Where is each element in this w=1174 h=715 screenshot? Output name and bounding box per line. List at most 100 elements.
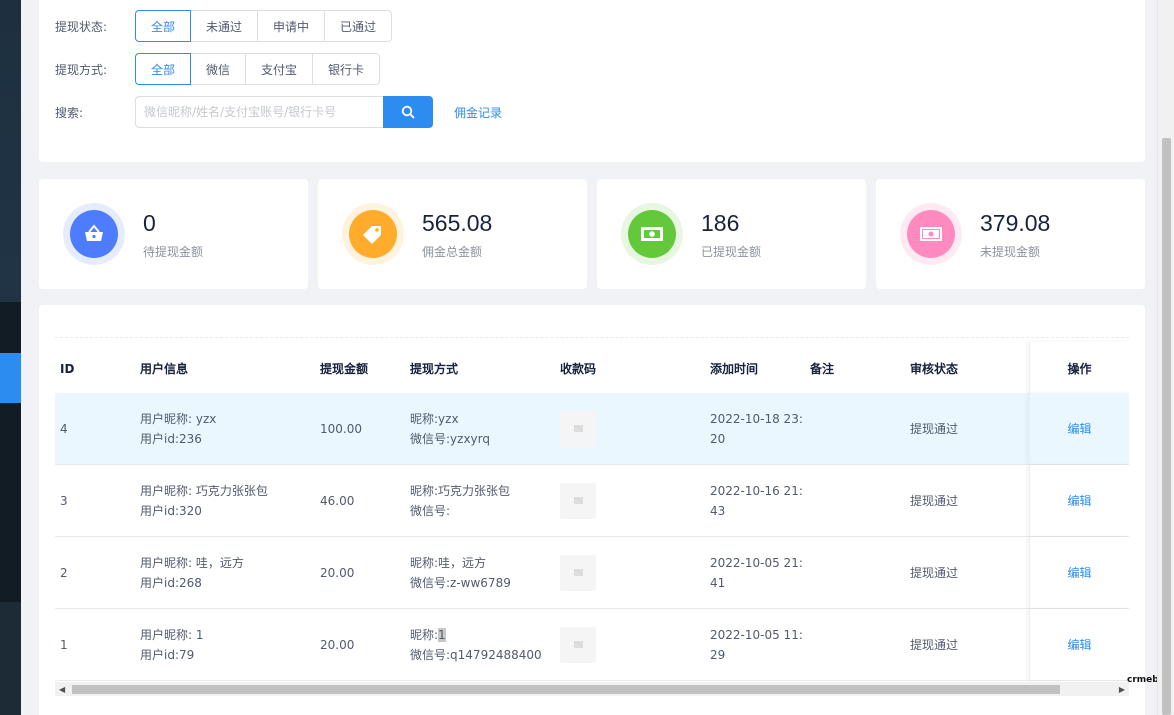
row-status: 提现通过 (910, 421, 959, 436)
status-filter-row: 提现状态: 全部 未通过 申请中 已通过 (55, 10, 393, 42)
banknote-icon (907, 210, 955, 258)
method-option-alipay[interactable]: 支付宝 (245, 53, 314, 85)
edit-link[interactable]: 编辑 (1067, 563, 1091, 583)
row-method-account: 微信号:yzxyrq (410, 431, 490, 446)
search-button[interactable] (383, 96, 433, 128)
horizontal-scrollbar[interactable]: ◀ ▶ (55, 682, 1129, 696)
sidebar-active-item[interactable] (0, 353, 21, 403)
row-amount: 20.00 (320, 565, 355, 580)
col-header-user: 用户信息 (140, 361, 189, 376)
filter-panel: 提现状态: 全部 未通过 申请中 已通过 提现方式: 全部 微信 支付宝 银行卡… (39, 0, 1145, 162)
status-option-pending[interactable]: 申请中 (257, 10, 326, 42)
row-method-name: 昵称:巧克力张张包 (410, 483, 511, 498)
row-method-account: 微信号: (410, 503, 451, 518)
sidebar-segment (0, 302, 21, 602)
edit-link[interactable]: 编辑 (1067, 635, 1091, 655)
col-header-id: ID (60, 361, 75, 376)
col-header-qr: 收款码 (560, 361, 597, 376)
row-nickname: 用户昵称: 哇，远方 (140, 555, 244, 570)
row-time: 2022-10-05 11:29 (710, 627, 803, 662)
row-user-info: 用户昵称: 哇，远方 用户id:268 (140, 537, 310, 608)
table-row[interactable]: 4 用户昵称: yzx 用户id:236 100.00 昵称:yzx 微信号:y… (55, 393, 1129, 465)
qr-image-placeholder-icon[interactable] (560, 410, 596, 447)
row-id: 2 (60, 565, 68, 580)
status-filter-label: 提现状态: (55, 19, 108, 34)
status-option-approved[interactable]: 已通过 (324, 10, 393, 42)
scroll-left-arrow-icon[interactable]: ◀ (59, 685, 65, 694)
row-user-id: 用户id:268 (140, 575, 202, 590)
method-radio-group: 全部 微信 支付宝 银行卡 (135, 53, 381, 85)
scroll-right-arrow-icon[interactable]: ▶ (1119, 685, 1125, 694)
row-qr (560, 537, 700, 608)
table-row[interactable]: 1 用户昵称: 1 用户id:79 20.00 昵称:1 微信号:q147924… (55, 609, 1129, 681)
row-note (810, 393, 900, 464)
row-user-id: 用户id:79 (140, 647, 195, 662)
row-method: 昵称:1 微信号:q14792488400 (410, 609, 555, 680)
cash-icon (628, 210, 676, 258)
col-header-note: 备注 (810, 361, 835, 376)
qr-image-placeholder-icon[interactable] (560, 482, 596, 519)
stat-card-commission-total: 565.08 佣金总金额 (318, 179, 587, 289)
stat-label: 已提现金额 (701, 244, 762, 259)
search-label: 搜索: (55, 105, 84, 120)
stat-card-withdrawn: 186 已提现金额 (597, 179, 866, 289)
row-time: 2022-10-05 21:41 (710, 555, 803, 590)
table-header: ID 用户信息 提现金额 提现方式 收款码 添加时间 备注 审核状态 操作 (55, 342, 1129, 396)
row-qr (560, 465, 700, 536)
col-header-method: 提现方式 (410, 361, 459, 376)
row-action: 编辑 (1029, 465, 1129, 536)
row-user-id: 用户id:320 (140, 503, 202, 518)
row-time: 2022-10-18 23:20 (710, 411, 803, 446)
sidebar-edge (0, 0, 21, 715)
stat-label: 待提现金额 (143, 244, 204, 259)
row-method: 昵称:yzx 微信号:yzxyrq (410, 393, 555, 464)
row-nickname: 用户昵称: 1 (140, 627, 204, 642)
row-amount: 20.00 (320, 637, 355, 652)
row-id: 3 (60, 493, 68, 508)
table-row[interactable]: 2 用户昵称: 哇，远方 用户id:268 20.00 昵称:哇，远方 微信号:… (55, 537, 1129, 609)
row-method-name: 昵称:1 (410, 627, 446, 642)
row-method-account: 微信号:z-ww6789 (410, 575, 511, 590)
stat-icon-ring (621, 203, 683, 265)
method-option-bankcard[interactable]: 银行卡 (312, 53, 381, 85)
row-method-name: 昵称:yzx (410, 411, 459, 426)
row-user-info: 用户昵称: yzx 用户id:236 (140, 393, 310, 464)
stat-value: 565.08 (422, 209, 493, 236)
stat-value: 379.08 (980, 209, 1051, 236)
row-id: 1 (60, 637, 68, 652)
vertical-scrollbar-thumb[interactable] (1162, 138, 1171, 715)
row-method: 昵称:巧克力张张包 微信号: (410, 465, 555, 536)
search-row: 搜索: 佣金记录 (55, 96, 502, 128)
table-row[interactable]: 3 用户昵称: 巧克力张张包 用户id:320 46.00 昵称:巧克力张张包 … (55, 465, 1129, 537)
search-icon (401, 105, 415, 119)
withdrawal-table: ID 用户信息 提现金额 提现方式 收款码 添加时间 备注 审核状态 操作 4 … (55, 337, 1129, 709)
stat-label: 佣金总金额 (422, 244, 483, 259)
method-option-wechat[interactable]: 微信 (190, 53, 247, 85)
stat-value: 186 (701, 209, 740, 236)
stat-label: 未提现金额 (980, 244, 1041, 259)
col-header-action: 操作 (1029, 342, 1129, 395)
row-user-info: 用户昵称: 巧克力张张包 用户id:320 (140, 465, 310, 536)
edit-link[interactable]: 编辑 (1067, 491, 1091, 511)
method-option-all[interactable]: 全部 (135, 53, 192, 85)
method-filter-label: 提现方式: (55, 62, 108, 77)
status-option-rejected[interactable]: 未通过 (190, 10, 259, 42)
watermark-logo: crmeb (1127, 675, 1159, 685)
row-note (810, 609, 900, 680)
status-option-all[interactable]: 全部 (135, 10, 192, 42)
row-nickname: 用户昵称: yzx (140, 411, 217, 426)
row-qr (560, 609, 700, 680)
row-nickname: 用户昵称: 巧克力张张包 (140, 483, 268, 498)
col-header-status: 审核状态 (910, 361, 959, 376)
qr-image-placeholder-icon[interactable] (560, 626, 596, 663)
method-filter-row: 提现方式: 全部 微信 支付宝 银行卡 (55, 53, 381, 85)
row-status: 提现通过 (910, 493, 959, 508)
horizontal-scrollbar-thumb[interactable] (72, 685, 1060, 694)
commission-record-link[interactable]: 佣金记录 (454, 104, 502, 121)
row-note (810, 465, 900, 536)
row-amount: 100.00 (320, 421, 362, 436)
search-input[interactable] (135, 96, 383, 128)
edit-link[interactable]: 编辑 (1067, 419, 1091, 439)
vertical-scrollbar[interactable] (1157, 0, 1174, 715)
qr-image-placeholder-icon[interactable] (560, 554, 596, 591)
